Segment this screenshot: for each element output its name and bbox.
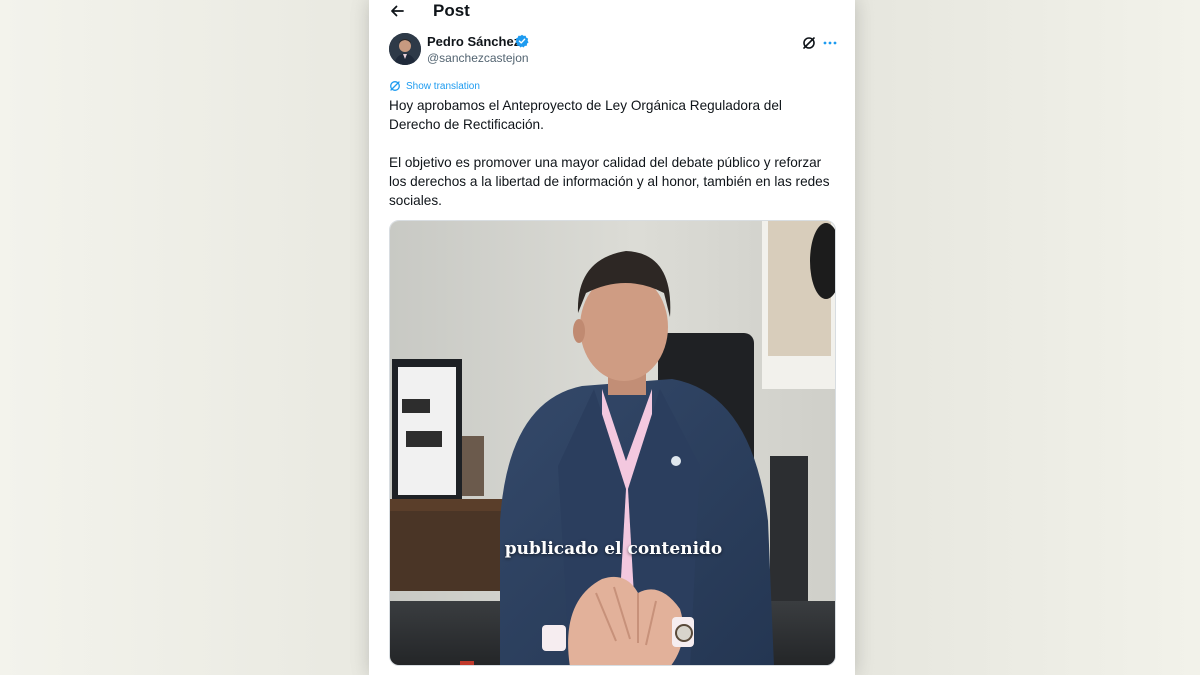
video-media[interactable]: publicado el contenido xyxy=(389,220,836,666)
tweet-paragraph-1: Hoy aprobamos el Anteproyecto de Ley Org… xyxy=(389,98,782,132)
author-handle[interactable]: @sanchezcastejon xyxy=(427,51,529,65)
page-backdrop-right xyxy=(854,0,1200,675)
page-title: Post xyxy=(433,1,470,20)
verified-badge-icon xyxy=(515,34,529,48)
arrow-left-icon xyxy=(391,5,404,17)
grok-icon[interactable] xyxy=(801,35,817,51)
show-translation-label: Show translation xyxy=(406,80,480,92)
tweet-paragraph-2: El objetivo es promover una mayor calida… xyxy=(389,155,830,208)
author-row: Pedro Sánchez @sanchezcastejon xyxy=(389,33,839,67)
more-options-icon[interactable] xyxy=(821,35,839,51)
video-caption: publicado el contenido xyxy=(504,539,723,559)
back-button[interactable] xyxy=(387,1,407,21)
video-frame xyxy=(390,221,835,665)
show-translation-button[interactable]: Show translation xyxy=(389,79,480,93)
avatar[interactable] xyxy=(389,33,421,65)
post-panel: Post Pedro Sánchez @sanchezcastejon Show… xyxy=(369,0,855,675)
translate-icon xyxy=(390,81,400,91)
tweet-text: Hoy aprobamos el Anteproyecto de Ley Org… xyxy=(389,96,839,210)
author-name[interactable]: Pedro Sánchez xyxy=(427,34,520,49)
page-backdrop-left xyxy=(0,0,369,675)
post-header: Post xyxy=(369,0,855,24)
